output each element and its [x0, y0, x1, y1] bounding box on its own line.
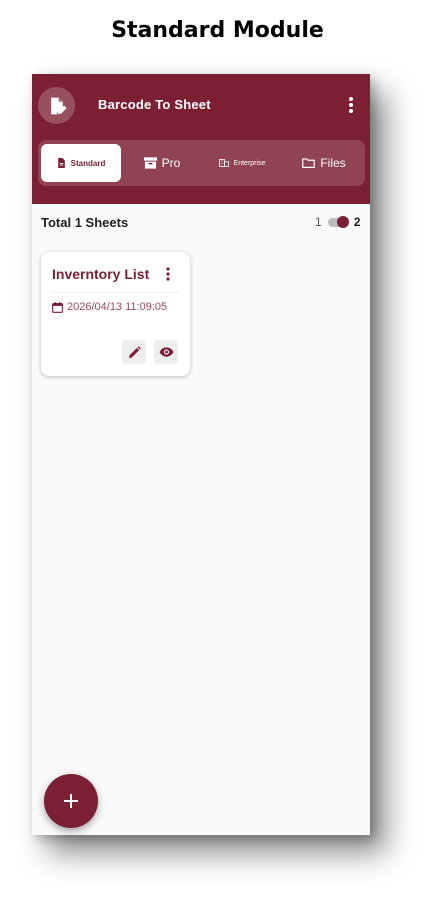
card-divider [52, 292, 179, 293]
document-icon [57, 158, 65, 168]
layout-option-2: 2 [353, 215, 361, 229]
app-menu-button[interactable] [341, 94, 361, 116]
building-icon [218, 159, 229, 167]
pencil-icon [128, 345, 141, 358]
plus-icon [64, 794, 78, 808]
summary-bar: Total 1 Sheets 1 2 [32, 204, 370, 242]
layout-switch-knob [336, 215, 349, 228]
tab-enterprise[interactable]: Enterprise [202, 144, 282, 182]
page-heading: Standard Module [111, 18, 324, 43]
calendar-icon [52, 301, 63, 313]
sheet-title: Inverntory List [52, 266, 150, 282]
app-logo[interactable] [38, 87, 75, 124]
tab-standard-label: Standard [70, 158, 106, 168]
folder-icon [302, 158, 316, 168]
archive-box-icon [143, 157, 157, 169]
module-tabs: Standard Pro Enterprise Files [38, 140, 365, 186]
app-title: Barcode To Sheet [98, 97, 211, 112]
layout-switch[interactable] [327, 215, 349, 228]
sheet-menu-button[interactable] [161, 265, 175, 283]
sheet-date: 2026/04/13 11:09:05 [67, 301, 168, 313]
phone-screen: Barcode To Sheet Standard Pro Enterprise… [32, 74, 370, 835]
app-bar: Barcode To Sheet Standard Pro Enterprise… [32, 74, 370, 204]
more-vertical-icon [349, 97, 353, 113]
tab-files-label: Files [320, 156, 346, 170]
edit-sheet-button[interactable] [122, 340, 146, 364]
sheet-count-text: Total 1 Sheets [41, 215, 129, 230]
sheet-date-row: 2026/04/13 11:09:05 [52, 301, 167, 313]
view-sheet-button[interactable] [154, 340, 178, 364]
layout-option-1: 1 [315, 215, 322, 229]
tab-pro-label: Pro [161, 156, 181, 170]
document-edit-icon [50, 97, 67, 114]
eye-icon [158, 347, 174, 357]
add-sheet-button[interactable] [44, 774, 98, 828]
tab-standard[interactable]: Standard [41, 144, 121, 182]
layout-toggle[interactable]: 1 2 [315, 215, 360, 229]
tab-pro[interactable]: Pro [126, 144, 198, 182]
tab-enterprise-label: Enterprise [233, 159, 266, 167]
sheet-card[interactable]: Inverntory List 2026/04/13 11:09:05 [41, 252, 190, 376]
tab-files[interactable]: Files [286, 144, 362, 182]
more-vertical-icon [166, 267, 170, 281]
